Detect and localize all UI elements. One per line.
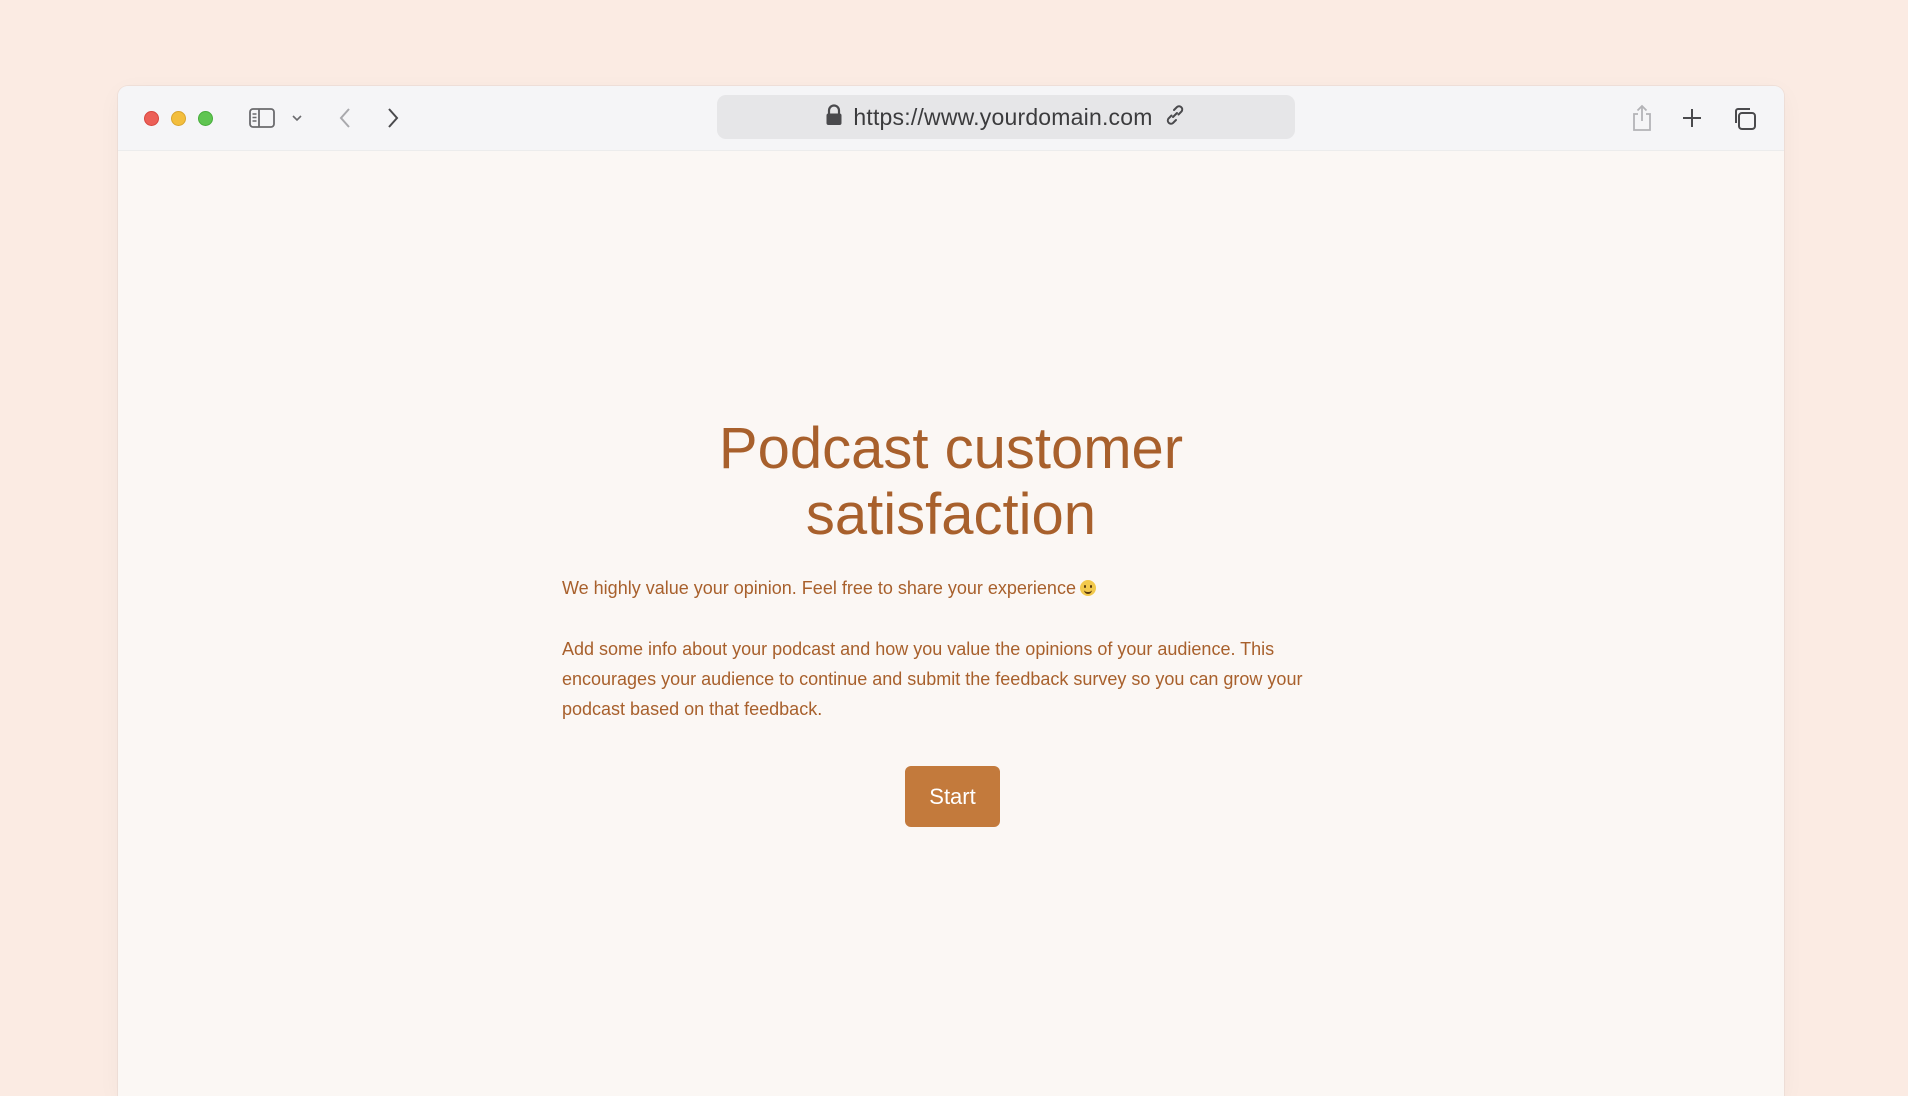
maximize-window-button[interactable] [198,111,213,126]
chevron-down-icon[interactable] [290,112,304,124]
start-button[interactable]: Start [905,766,1000,827]
address-bar[interactable]: https://www.yourdomain.com [717,95,1295,139]
browser-toolbar: https://www.yourdomain.com [118,86,1784,151]
description-text: Add some info about your podcast and how… [562,639,1303,719]
smile-emoji-icon [1079,580,1096,596]
forward-icon[interactable] [384,106,402,130]
url-text: https://www.yourdomain.com [853,103,1153,130]
title-line-1: Podcast customer [718,416,1184,481]
plus-icon[interactable] [1680,106,1704,130]
tabs-icon[interactable] [1732,106,1758,132]
minimize-window-button[interactable] [171,111,186,126]
title-line-2: satisfaction [805,482,1097,547]
link-icon[interactable] [1163,103,1187,132]
page-title: Podcast customer satisfaction [118,416,1784,548]
back-icon[interactable] [336,106,354,130]
sidebar-icon[interactable] [248,106,276,130]
intro-text: We highly value your opinion. Feel free … [562,576,1352,600]
intro-text-label: We highly value your opinion. Feel free … [562,578,1076,598]
close-window-button[interactable] [144,111,159,126]
lock-icon [825,103,843,131]
page-content: Podcast customer satisfaction We highly … [118,150,1784,1096]
share-icon[interactable] [1630,103,1654,133]
browser-window: https://www.yourdomain.com Podcast custo… [118,86,1784,1096]
